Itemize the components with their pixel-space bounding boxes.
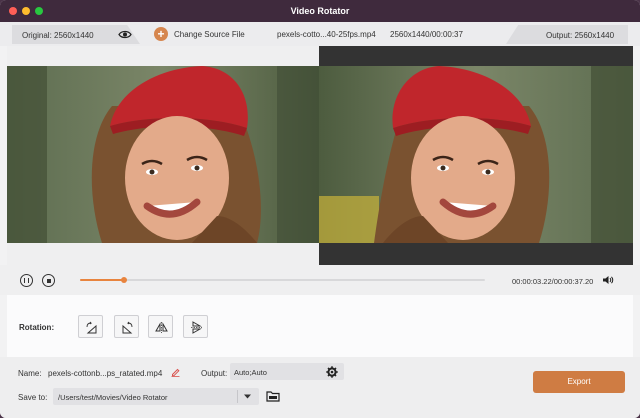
pause-icon xyxy=(24,278,29,283)
preview-header: Original: 2560x1440 + Change Source File… xyxy=(0,22,640,46)
time-display: 00:00:03.22/00:00:37.20 xyxy=(512,277,594,286)
title-bar: Video Rotator xyxy=(0,0,640,22)
output-file-name: pexels-cottonb...ps_ratated.mp4 xyxy=(48,369,163,378)
window-title: Video Rotator xyxy=(290,6,350,16)
output-format-label: Output: xyxy=(201,369,228,378)
playback-controls: 00:00:03.22/00:00:37.20 xyxy=(0,265,640,295)
rotation-label: Rotation: xyxy=(19,323,55,332)
volume-icon[interactable] xyxy=(603,275,614,285)
plus-icon[interactable]: + xyxy=(154,27,168,41)
change-source-file-button[interactable]: Change Source File xyxy=(174,30,245,39)
rotate-right-button[interactable] xyxy=(114,315,139,338)
flip-horizontal-button[interactable] xyxy=(148,315,173,338)
source-file-name: pexels-cotto...40-25fps.mp4 xyxy=(277,30,376,39)
flip-vertical-button[interactable] xyxy=(183,315,208,338)
gear-icon[interactable] xyxy=(326,366,338,378)
dropdown-divider xyxy=(237,390,238,403)
rotate-left-icon xyxy=(86,321,97,334)
save-to-path-value: /Users/test/Movies/Video Rotator xyxy=(58,393,168,402)
rotate-right-icon xyxy=(122,321,133,334)
progress-fill xyxy=(80,279,124,281)
video-preview-area xyxy=(7,46,633,265)
output-resolution-label: Output: 2560x1440 xyxy=(546,31,615,40)
eye-icon[interactable] xyxy=(118,30,132,39)
app-window: Video Rotator Original: 2560x1440 + Chan… xyxy=(0,0,640,418)
export-button[interactable]: Export xyxy=(533,371,625,393)
original-resolution-label: Original: 2560x1440 xyxy=(22,31,94,40)
rotate-left-button[interactable] xyxy=(78,315,103,338)
rotation-panel: Rotation: xyxy=(7,295,633,357)
progress-handle[interactable] xyxy=(120,277,127,283)
output-video-frame xyxy=(319,46,633,265)
stop-button[interactable] xyxy=(42,274,55,287)
flip-vertical-icon xyxy=(191,321,202,334)
stop-icon xyxy=(46,278,51,283)
save-to-path-dropdown[interactable]: /Users/test/Movies/Video Rotator xyxy=(53,388,259,405)
original-video-frame xyxy=(7,66,319,243)
playback-progress-slider[interactable] xyxy=(80,277,485,283)
chevron-down-icon[interactable] xyxy=(243,393,252,400)
edit-icon[interactable] xyxy=(171,367,180,377)
output-format-field[interactable]: Auto;Auto xyxy=(230,363,344,380)
export-settings: Name: pexels-cottonb...ps_ratated.mp4 Ou… xyxy=(0,357,640,418)
name-label: Name: xyxy=(18,369,42,378)
source-file-info: 2560x1440/00:00:37 xyxy=(390,30,463,39)
output-format-value: Auto;Auto xyxy=(234,368,267,377)
flip-horizontal-icon xyxy=(155,322,168,333)
pause-button[interactable] xyxy=(20,274,33,287)
save-to-label: Save to: xyxy=(18,393,48,402)
folder-icon[interactable] xyxy=(266,390,280,402)
